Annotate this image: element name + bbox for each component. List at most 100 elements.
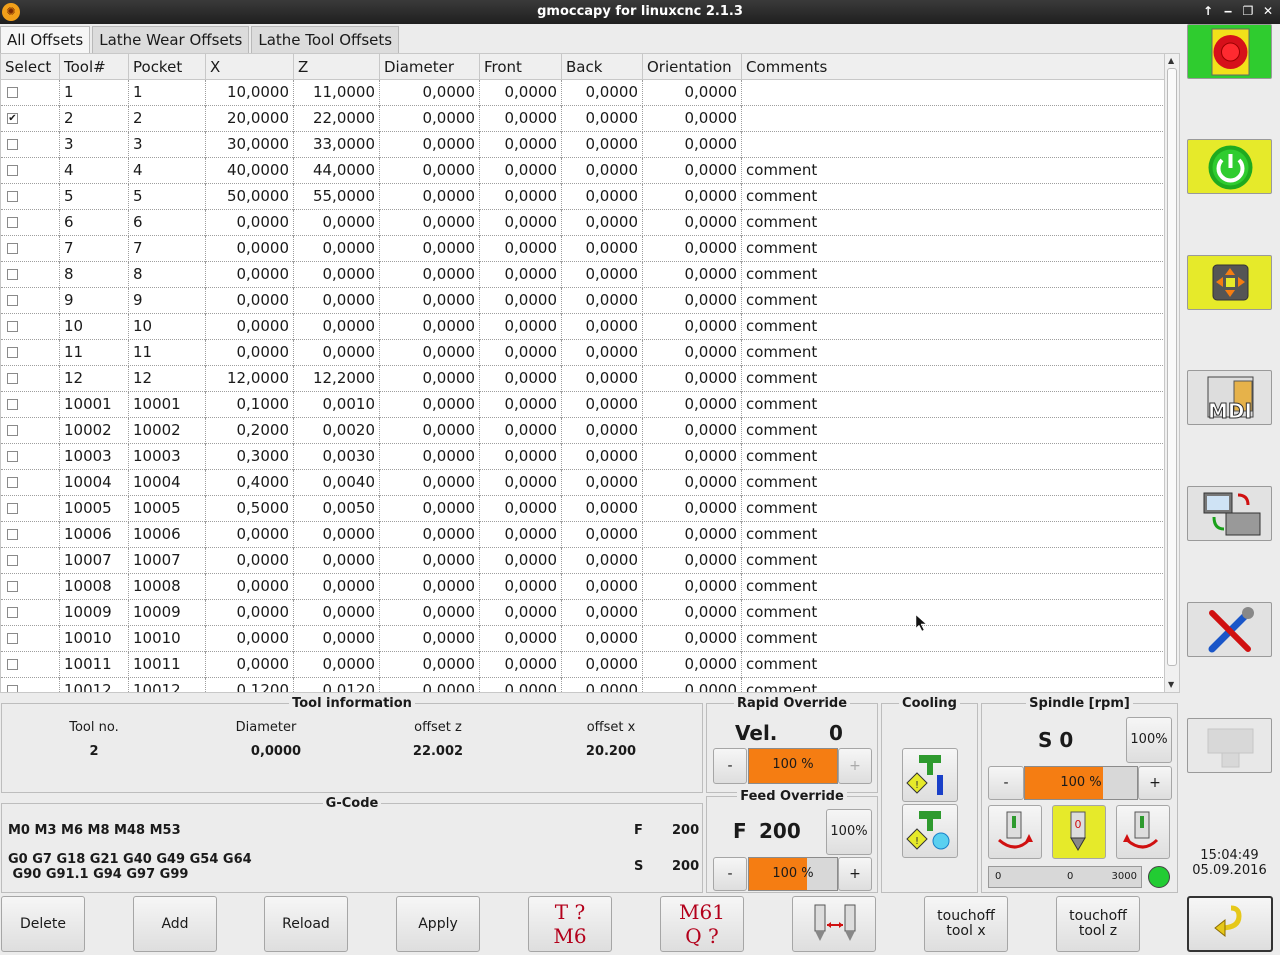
x-offset-cell[interactable]: 0,4000: [206, 470, 294, 496]
z-offset-cell[interactable]: 33,0000: [294, 132, 380, 158]
select-checkbox[interactable]: [7, 451, 18, 462]
z-offset-cell[interactable]: 0,0000: [294, 210, 380, 236]
column-header-z[interactable]: Z: [294, 54, 380, 80]
spindle-override-slider[interactable]: 100 %: [1024, 766, 1138, 800]
diameter-cell[interactable]: 0,0000: [380, 184, 480, 210]
pocket-cell[interactable]: 10002: [129, 418, 206, 444]
comment-cell[interactable]: comment: [742, 392, 1165, 418]
diameter-cell[interactable]: 0,0000: [380, 496, 480, 522]
pocket-cell[interactable]: 4: [129, 158, 206, 184]
front-angle-cell[interactable]: 0,0000: [480, 548, 562, 574]
front-angle-cell[interactable]: 0,0000: [480, 184, 562, 210]
select-checkbox[interactable]: [7, 477, 18, 488]
orientation-cell[interactable]: 0,0000: [643, 626, 742, 652]
back-angle-cell[interactable]: 0,0000: [562, 262, 643, 288]
z-offset-cell[interactable]: 11,0000: [294, 80, 380, 106]
back-angle-cell[interactable]: 0,0000: [562, 132, 643, 158]
z-offset-cell[interactable]: 12,2000: [294, 366, 380, 392]
comment-cell[interactable]: [742, 106, 1165, 132]
x-offset-cell[interactable]: 0,0000: [206, 574, 294, 600]
diameter-cell[interactable]: 0,0000: [380, 236, 480, 262]
diameter-cell[interactable]: 0,0000: [380, 314, 480, 340]
pocket-cell[interactable]: 10006: [129, 522, 206, 548]
back-angle-cell[interactable]: 0,0000: [562, 574, 643, 600]
front-angle-cell[interactable]: 0,0000: [480, 392, 562, 418]
front-angle-cell[interactable]: 0,0000: [480, 574, 562, 600]
comment-cell[interactable]: comment: [742, 678, 1165, 692]
back-angle-cell[interactable]: 0,0000: [562, 496, 643, 522]
diameter-cell[interactable]: 0,0000: [380, 574, 480, 600]
comment-cell[interactable]: comment: [742, 496, 1165, 522]
select-checkbox[interactable]: [7, 269, 18, 280]
front-angle-cell[interactable]: 0,0000: [480, 340, 562, 366]
pocket-cell[interactable]: 1: [129, 80, 206, 106]
comment-cell[interactable]: comment: [742, 366, 1165, 392]
tool-number-cell[interactable]: 10007: [60, 548, 129, 574]
front-angle-cell[interactable]: 0,0000: [480, 652, 562, 678]
pocket-cell[interactable]: 3: [129, 132, 206, 158]
feed-decrease-button[interactable]: -: [713, 857, 747, 891]
table-row[interactable]: 10002 10002 0,2000 0,0020 0,0000 0,0000 0,0000…: [1, 418, 1165, 444]
comment-cell[interactable]: comment: [742, 444, 1165, 470]
table-row[interactable]: ✔ 2 2 20,0000 22,0000 0,0000 0,0000 0,0000 0,000…: [1, 106, 1165, 132]
pocket-cell[interactable]: 5: [129, 184, 206, 210]
select-checkbox[interactable]: [7, 243, 18, 254]
tool-number-cell[interactable]: 10008: [60, 574, 129, 600]
comment-cell[interactable]: comment: [742, 652, 1165, 678]
spindle-increase-button[interactable]: +: [1138, 766, 1172, 800]
table-row[interactable]: 10004 10004 0,4000 0,0040 0,0000 0,0000 0,0000…: [1, 470, 1165, 496]
z-offset-cell[interactable]: 0,0030: [294, 444, 380, 470]
diameter-cell[interactable]: 0,0000: [380, 288, 480, 314]
table-row[interactable]: 10007 10007 0,0000 0,0000 0,0000 0,0000 0,0000…: [1, 548, 1165, 574]
select-checkbox[interactable]: [7, 139, 18, 150]
z-offset-cell[interactable]: 0,0000: [294, 236, 380, 262]
table-row[interactable]: 9 9 0,0000 0,0000 0,0000 0,0000 0,0000 0,0000 co…: [1, 288, 1165, 314]
z-offset-cell[interactable]: 0,0000: [294, 652, 380, 678]
pocket-cell[interactable]: 10004: [129, 470, 206, 496]
window-maximize-button[interactable]: ❐: [1242, 3, 1254, 19]
tool-number-cell[interactable]: 11: [60, 340, 129, 366]
select-checkbox[interactable]: [7, 347, 18, 358]
diameter-cell[interactable]: 0,0000: [380, 548, 480, 574]
rapid-decrease-button[interactable]: -: [713, 748, 747, 784]
pocket-cell[interactable]: 10009: [129, 600, 206, 626]
diameter-cell[interactable]: 0,0000: [380, 600, 480, 626]
front-angle-cell[interactable]: 0,0000: [480, 678, 562, 692]
back-angle-cell[interactable]: 0,0000: [562, 678, 643, 692]
select-checkbox[interactable]: [7, 373, 18, 384]
pocket-cell[interactable]: 6: [129, 210, 206, 236]
select-checkbox[interactable]: [7, 555, 18, 566]
comment-cell[interactable]: comment: [742, 626, 1165, 652]
table-row[interactable]: 10 10 0,0000 0,0000 0,0000 0,0000 0,0000 0,0000…: [1, 314, 1165, 340]
diameter-cell[interactable]: 0,0000: [380, 678, 480, 692]
tab-all-offsets[interactable]: All Offsets: [0, 26, 91, 53]
select-checkbox[interactable]: [7, 191, 18, 202]
column-header-pocket[interactable]: Pocket: [129, 54, 206, 80]
rapid-increase-button[interactable]: +: [838, 748, 872, 784]
table-row[interactable]: 6 6 0,0000 0,0000 0,0000 0,0000 0,0000 0,0000 co…: [1, 210, 1165, 236]
x-offset-cell[interactable]: 12,0000: [206, 366, 294, 392]
orientation-cell[interactable]: 0,0000: [643, 80, 742, 106]
user-tabs-button[interactable]: [1187, 718, 1272, 773]
select-checkbox[interactable]: [7, 165, 18, 176]
comment-cell[interactable]: comment: [742, 548, 1165, 574]
select-checkbox[interactable]: [7, 685, 18, 692]
diameter-cell[interactable]: 0,0000: [380, 340, 480, 366]
orientation-cell[interactable]: 0,0000: [643, 314, 742, 340]
spindle-reverse-button[interactable]: [1116, 805, 1170, 859]
diameter-cell[interactable]: 0,0000: [380, 470, 480, 496]
table-row[interactable]: 10011 10011 0,0000 0,0000 0,0000 0,0000 0,0000…: [1, 652, 1165, 678]
front-angle-cell[interactable]: 0,0000: [480, 106, 562, 132]
pocket-cell[interactable]: 8: [129, 262, 206, 288]
back-angle-cell[interactable]: 0,0000: [562, 210, 643, 236]
rapid-override-slider[interactable]: 100 %: [748, 748, 838, 784]
tool-number-cell[interactable]: 10010: [60, 626, 129, 652]
machine-power-button[interactable]: [1187, 139, 1272, 194]
table-row[interactable]: 10009 10009 0,0000 0,0000 0,0000 0,0000 0,0000…: [1, 600, 1165, 626]
select-checkbox[interactable]: [7, 529, 18, 540]
front-angle-cell[interactable]: 0,0000: [480, 522, 562, 548]
tab-lathe-wear-offsets[interactable]: Lathe Wear Offsets: [92, 26, 250, 53]
orientation-cell[interactable]: 0,0000: [643, 106, 742, 132]
x-offset-cell[interactable]: 0,1200: [206, 678, 294, 692]
table-row[interactable]: 11 11 0,0000 0,0000 0,0000 0,0000 0,0000 0,0000…: [1, 340, 1165, 366]
